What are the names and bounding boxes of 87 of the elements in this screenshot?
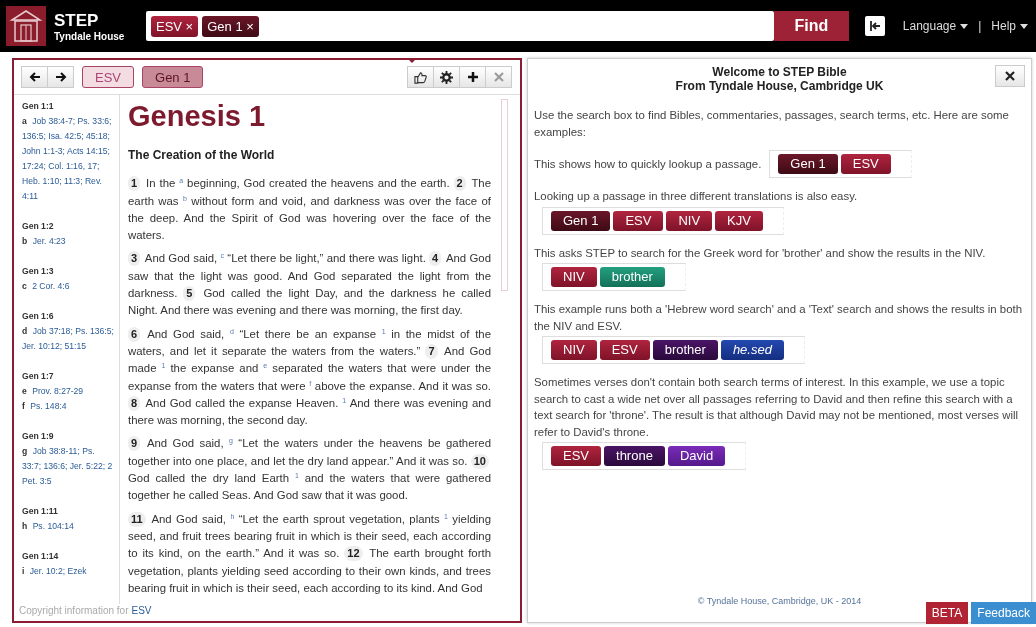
search-tag[interactable]: ESV × [151, 15, 199, 37]
site-subtitle: Tyndale House [54, 30, 126, 42]
note-reference: Gen 1:2 [22, 221, 55, 231]
search-chip[interactable]: Gen 1 [551, 210, 611, 231]
caret-icon [960, 23, 969, 29]
cross-reference-note[interactable]: i Jer. 10:2; Ezek [22, 564, 116, 579]
note-reference: Gen 1:14 [22, 551, 60, 561]
example-text: Sometimes verses don't contain both search terms of interest. In this example, we use a topic search to cast a wide net over all passages referring to David and then refine this search with a text search for 'throne'. The result is that although David may not be mentioned, most verses will refer to David's throne. [534, 375, 1020, 440]
collapse-button[interactable] [864, 16, 885, 36]
cross-reference-note[interactable]: d Job 37:18; Ps. 136:5; Jer. 10:12; 51:15 [22, 324, 116, 354]
note-reference: Gen 1:7 [22, 371, 55, 381]
example-search[interactable]: NIV brother [542, 263, 686, 291]
menu-dropdown[interactable]: Help [989, 19, 1030, 33]
verse-paragraph: 3 And God said, $^{c}$ “Let there be light,” and there was light. 4 And God saw that the light was good. And God separated the light from the darkness. 5 God called the light Day, and the darkness he called Night. And there was evening and there was morning, the first day. [128, 250, 491, 319]
corner-button[interactable]: Feedback [971, 602, 1036, 624]
note-reference: Gen 1:9 [22, 431, 55, 441]
copyright-link[interactable]: ESV [131, 605, 152, 616]
note-reference: Gen 1:6 [22, 311, 55, 321]
note-reference: Gen 1:3 [22, 266, 55, 276]
cross-reference-note[interactable]: h Ps. 104:14 [22, 519, 116, 534]
chapter-title: Genesis 1 [128, 99, 267, 133]
cross-reference-note[interactable]: f Ps. 148:4 [22, 399, 116, 414]
find-button[interactable]: Find [773, 11, 849, 41]
thumbs-up-icon [414, 70, 427, 84]
search-chip[interactable]: he.sed [720, 340, 784, 360]
example-search[interactable]: ESV throne David [542, 442, 747, 470]
welcome-title: Welcome to STEP Bible [712, 65, 847, 79]
search-chip[interactable]: NIV [666, 210, 713, 231]
search-chip[interactable]: throne [604, 446, 665, 466]
note-reference: Gen 1:1 [22, 101, 55, 111]
menu-dropdown[interactable]: Language [900, 19, 971, 33]
example-search[interactable]: NIV ESV brother he.sed [542, 336, 805, 364]
search-chip[interactable]: ESV [599, 340, 650, 360]
search-chip[interactable]: Gen 1 [778, 154, 838, 174]
example-search[interactable]: Gen 1 ESV NIV KJV [542, 206, 784, 235]
cross-reference-note[interactable]: g Job 38:8-11; Ps. 33:7; 136:6; Jer. 5:22; 2 Pet. 3:5 [22, 444, 116, 489]
example-text: Looking up a passage in three different translations is also easy. [534, 189, 858, 204]
cross-reference-note[interactable]: b Jer. 4:23 [22, 234, 116, 249]
passage-tab[interactable]: ESV [82, 66, 134, 88]
example-text: This shows how to quickly lookup a passage. [534, 156, 762, 172]
thumbs-up-button[interactable] [407, 66, 434, 88]
section-heading: The Creation of the World [128, 147, 276, 164]
add-button[interactable] [459, 66, 486, 88]
search-chip[interactable]: brother [599, 267, 665, 287]
verse-paragraph: 9 And God said, $^{g}$ “Let the waters under the heavens be gathered together into one place, and let the dry land appear.” And it was so. 10 God called the dry land Earth $^{1}$ and the waters that were gathered together he called Seas. And God saw that it was good. [128, 435, 491, 504]
close-icon [493, 72, 504, 82]
cross-reference-note[interactable]: e Prov. 8:27-29 [22, 384, 116, 399]
plus-icon [466, 71, 479, 83]
search-chip[interactable]: brother [652, 340, 718, 360]
building-logo-icon[interactable] [6, 6, 46, 46]
verse-paragraph: 1 In the $^{a}$ beginning, God created the heavens and the earth. 2 The earth was $^{b}$ without form and void, and darkness was over the face of the deep. And the Spirit of God was hovering over the face of the waters. [128, 175, 491, 244]
right-arrow-icon [54, 71, 67, 83]
settings-button[interactable] [433, 66, 460, 88]
copyright-text: Copyright information for [19, 605, 129, 616]
welcome-subtitle: From Tyndale House, Cambridge UK [675, 79, 884, 93]
intro-text: Use the search box to find Bibles, commentaries, passages, search terms, etc. Here are some examples: [534, 108, 1010, 140]
example-search[interactable]: Gen 1 ESV [769, 150, 912, 178]
example-text: This asks STEP to search for the Greek word for 'brother' and show the results in the NIV. [534, 245, 986, 261]
footer-copyright: © Tyndale House, Cambridge, UK - 2014 [697, 596, 862, 606]
scrollbar[interactable] [501, 99, 508, 291]
back-button[interactable] [21, 66, 48, 88]
search-chip[interactable]: ESV [840, 154, 891, 174]
forward-button[interactable] [47, 66, 74, 88]
verse-paragraph: 6 And God said, $^{d}$ “Let there be an expanse $^{1}$ in the midst of the waters, and let it separate the waters from the waters.” 7 And God made $^{1}$ the expanse and $^{e}$ separated the waters that were under the expanse from the waters that were $^{f}$ above the expanse. And it was so. 8 And God called the expanse Heaven. $^{1}$ And there was evening and there was morning, the second day. [128, 325, 491, 429]
cross-reference-note[interactable]: a Job 38:4-7; Ps. 33:6; 136:5; Isa. 42:5; 45:18; John 1:1-3; Acts 14:15; 17:24; Col. 1:16, 17; Heb. 1:10; 11:3; Rev. 4:11 [22, 114, 116, 204]
search-field[interactable]: ESV × Gen 1 × [146, 11, 774, 41]
cross-reference-note[interactable]: c 2 Cor. 4:6 [22, 279, 116, 294]
menu-separator: | [978, 19, 982, 33]
caret-icon [1020, 23, 1028, 29]
search-chip[interactable]: NIV [551, 267, 597, 287]
close-button[interactable] [995, 65, 1025, 87]
site-title: STEP [54, 10, 100, 31]
search-chip[interactable]: KJV [715, 210, 763, 231]
search-tag[interactable]: Gen 1 × [202, 15, 259, 37]
search-chip[interactable]: David [667, 446, 726, 466]
settings-icon [440, 70, 453, 84]
search-chip[interactable]: ESV [551, 446, 601, 466]
search-chip[interactable]: NIV [551, 340, 597, 360]
example-text: This example runs both a 'Hebrew word search' and a 'Text' search and shows the results in both the NIV and ESV. [534, 302, 1023, 334]
passage-tab[interactable]: Gen 1 [142, 66, 204, 88]
note-reference: Gen 1:11 [22, 506, 59, 516]
close-icon [1005, 71, 1015, 81]
search-chip[interactable]: ESV [613, 210, 664, 231]
left-arrow-icon [28, 71, 41, 83]
corner-button[interactable]: BETA [925, 602, 969, 624]
arrow-to-bar-icon [868, 20, 881, 32]
verse-paragraph: 11 And God said, $^{h}$ “Let the earth sprout vegetation, plants $^{1}$ yielding seed, and fruit trees bearing fruit in which is their seed, each according to its kind, on the earth.” And it was so. 12 The earth brought forth vegetation, plants yielding seed according to their own kinds, and trees bearing fruit in which is their seed, each according to its kind. And God [128, 510, 491, 596]
